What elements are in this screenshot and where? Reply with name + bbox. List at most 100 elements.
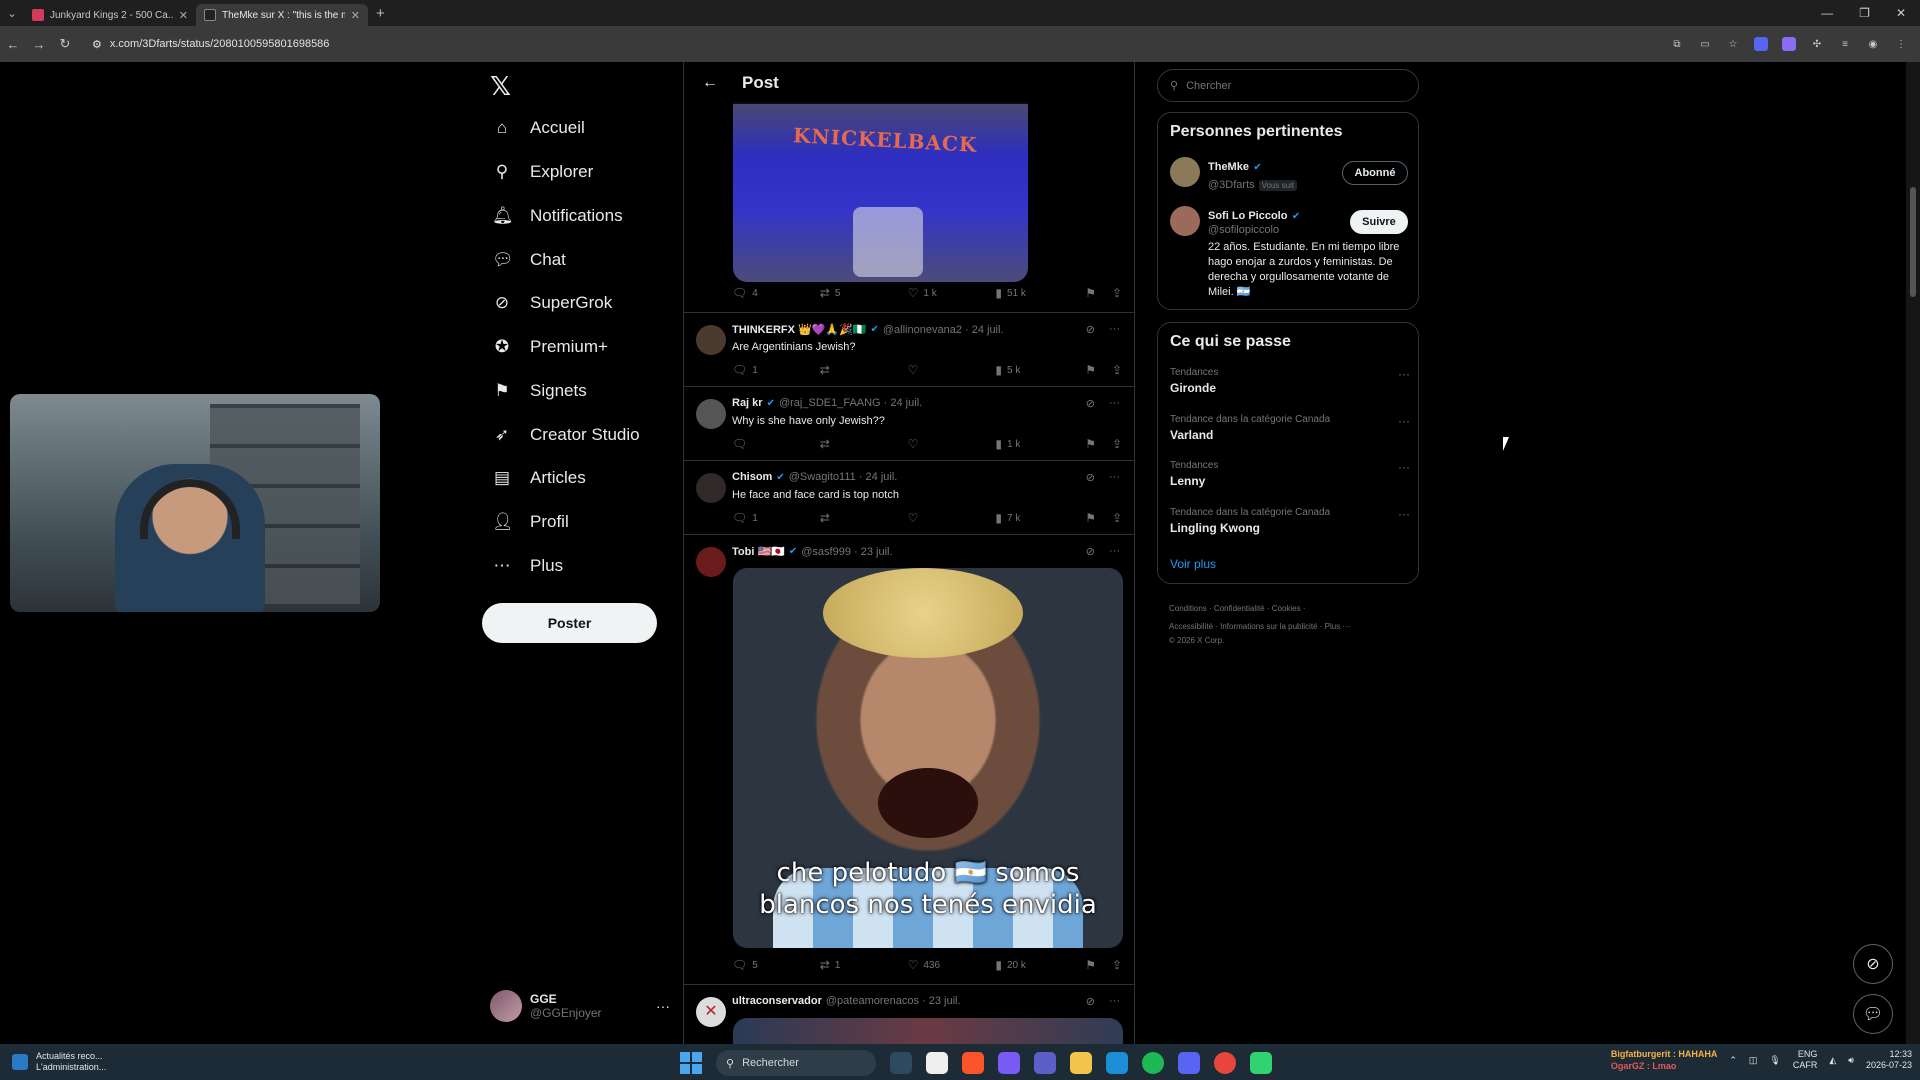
trend-more-icon[interactable]: ··· bbox=[1398, 507, 1410, 521]
chat-notification[interactable]: Bigfatburgerit : HAHAHA OgarGZ : Lmao bbox=[1611, 1048, 1718, 1072]
reply-item[interactable]: Chisom ✔ @Swagito111 · 24 juil. ⊘ ··· He… bbox=[684, 460, 1134, 534]
account-switcher[interactable]: GGE @GGEnjoyer ··· bbox=[490, 990, 670, 1022]
app-icon[interactable] bbox=[1250, 1052, 1272, 1074]
reply-item[interactable]: Raj kr ✔ @raj_SDE1_FAANG · 24 juil. ⊘ ··… bbox=[684, 386, 1134, 460]
close-tab-icon[interactable]: ✕ bbox=[351, 9, 360, 22]
clock[interactable]: 12:33 2026-07-23 bbox=[1866, 1049, 1912, 1071]
like-button[interactable]: ♡ bbox=[908, 437, 996, 451]
follow-button[interactable]: Suivre bbox=[1350, 210, 1408, 234]
author-name[interactable]: Raj kr bbox=[732, 397, 763, 409]
edge-icon[interactable] bbox=[1106, 1052, 1128, 1074]
avatar[interactable] bbox=[696, 325, 726, 355]
scrollbar-thumb[interactable] bbox=[1910, 187, 1916, 297]
reply-button[interactable]: 🗨︎ bbox=[732, 437, 820, 451]
main-timeline[interactable]: ← Post KNICKELBACK 🗨︎ 4 ⇄ 5 ♡ 1 k ▮ 51 k ⚑ ⇪… bbox=[683, 62, 1135, 1044]
see-more-link[interactable]: Voir plus bbox=[1170, 557, 1216, 571]
reply-button[interactable]: 🗨︎ 1 bbox=[732, 511, 820, 525]
x-logo-icon[interactable]: 𝕏 bbox=[490, 72, 511, 102]
views-button[interactable]: ▮ 1 k bbox=[995, 437, 1085, 451]
puzzle-icon[interactable]: ✣ bbox=[1810, 37, 1824, 51]
chrome-icon[interactable] bbox=[1214, 1052, 1236, 1074]
share-icon[interactable]: ⇪ bbox=[1112, 363, 1122, 377]
forward-icon[interactable]: → bbox=[26, 37, 52, 52]
views-button[interactable]: ▮ 7 k bbox=[995, 511, 1085, 525]
nav-item-articles[interactable]: ▤ Articles bbox=[492, 468, 586, 488]
avatar[interactable] bbox=[696, 399, 726, 429]
post-media-image[interactable] bbox=[733, 1018, 1123, 1044]
bookmark-icon[interactable]: ⚑ bbox=[1085, 363, 1096, 377]
chat-fab-icon[interactable]: 💬︎ bbox=[1853, 994, 1893, 1034]
nav-item-signets[interactable]: ⚑ Signets bbox=[492, 381, 586, 401]
author-name[interactable]: THINKERFX 👑💜🙏🎉🇳🇬 bbox=[732, 323, 866, 336]
grok-icon[interactable]: ⊘ bbox=[1086, 323, 1095, 336]
reply-item[interactable]: THINKERFX 👑💜🙏🎉🇳🇬 ✔ @allinonevana2 · 24 j… bbox=[684, 312, 1134, 386]
mic-icon[interactable]: 🎙︎ bbox=[1769, 1055, 1780, 1066]
trend-more-icon[interactable]: ··· bbox=[1398, 460, 1410, 474]
like-button[interactable]: ♡ bbox=[908, 511, 996, 525]
author-handle[interactable]: @Swagito111 · 24 juil. bbox=[789, 471, 898, 483]
copilot-icon[interactable] bbox=[998, 1052, 1020, 1074]
new-tab-button[interactable]: + bbox=[368, 5, 393, 22]
grok-fab-icon[interactable]: ⊘ bbox=[1853, 944, 1893, 984]
author-name[interactable]: Chisom bbox=[732, 471, 772, 483]
browser-tab-1[interactable]: Junkyard Kings 2 - 500 Ca... ✕ bbox=[24, 4, 196, 26]
repost-button[interactable]: ⇄ bbox=[820, 511, 908, 525]
post-button[interactable]: Poster bbox=[482, 603, 657, 643]
bookmark-icon[interactable]: ⚑ bbox=[1085, 958, 1096, 972]
avatar[interactable] bbox=[696, 473, 726, 503]
like-button[interactable]: ♡ 436 bbox=[908, 958, 996, 972]
meme-image[interactable]: che pelotudo 🇦🇷 somos blancos nos tenés … bbox=[733, 568, 1123, 948]
nav-item-creator-studio[interactable]: ➶ Creator Studio bbox=[492, 425, 640, 445]
folder-icon[interactable] bbox=[1070, 1052, 1092, 1074]
person-name[interactable]: TheMke bbox=[1208, 161, 1249, 173]
back-icon[interactable]: ← bbox=[0, 37, 26, 52]
menu-icon[interactable]: ⋮ bbox=[1894, 37, 1908, 51]
footer-line[interactable]: Accessibilité · Informations sur la publ… bbox=[1169, 618, 1419, 636]
following-button[interactable]: Abonné bbox=[1342, 161, 1408, 185]
repost-button[interactable]: ⇄ 1 bbox=[820, 958, 908, 972]
more-options-icon[interactable]: ··· bbox=[1109, 545, 1120, 558]
extension-1-icon[interactable] bbox=[1754, 37, 1768, 51]
reload-icon[interactable]: ↻ bbox=[52, 36, 78, 52]
reply-button[interactable]: 🗨︎ 1 bbox=[732, 363, 820, 377]
browser-tab-2[interactable]: TheMke sur X : "this is the mo... ✕ bbox=[196, 4, 368, 26]
brave-icon[interactable] bbox=[962, 1052, 984, 1074]
bookmark-icon[interactable]: ⚑ bbox=[1085, 437, 1096, 451]
nav-item-accueil[interactable]: ⌂ Accueil bbox=[492, 118, 585, 138]
nav-item-premium[interactable]: ✪ Premium+ bbox=[492, 337, 608, 357]
language-indicator[interactable]: ENG CAFR bbox=[1793, 1049, 1818, 1071]
grok-icon[interactable]: ⊘ bbox=[1086, 471, 1095, 484]
bookmark-icon[interactable]: ⚑ bbox=[1085, 286, 1096, 300]
repost-button[interactable]: ⇄ bbox=[820, 363, 908, 377]
person-name[interactable]: Sofi Lo Piccolo bbox=[1208, 210, 1287, 222]
chevron-up-icon[interactable]: ⌃ bbox=[1729, 1055, 1737, 1066]
avatar[interactable] bbox=[1170, 206, 1200, 236]
more-options-icon[interactable]: ··· bbox=[1109, 323, 1120, 336]
share-icon[interactable]: ⇪ bbox=[1112, 511, 1122, 525]
footer-line[interactable]: Conditions · Confidentialité · Cookies · bbox=[1169, 600, 1419, 618]
wifi-icon[interactable]: ◭ bbox=[1829, 1055, 1836, 1066]
windows-start-icon[interactable] bbox=[680, 1052, 702, 1074]
trend-item[interactable]: Tendance dans la catégorie Canada Varlan… bbox=[1170, 414, 1410, 442]
avatar[interactable] bbox=[1170, 157, 1200, 187]
more-options-icon[interactable]: ··· bbox=[1109, 995, 1120, 1008]
like-button[interactable]: ♡ 1 k bbox=[908, 286, 996, 300]
author-handle[interactable]: @raj_SDE1_FAANG · 24 juil. bbox=[779, 397, 922, 409]
volume-icon[interactable]: 🔊︎ bbox=[1848, 1055, 1854, 1066]
network-icon[interactable]: ◫ bbox=[1749, 1055, 1758, 1066]
discord-icon[interactable] bbox=[1178, 1052, 1200, 1074]
nav-item-notifications[interactable]: 🔔︎ Notifications bbox=[492, 206, 623, 226]
nav-item-chat[interactable]: 💬︎ Chat bbox=[492, 250, 566, 270]
star-icon[interactable]: ☆ bbox=[1726, 37, 1740, 51]
trend-item[interactable]: Tendances Gironde ··· bbox=[1170, 367, 1410, 395]
news-widget[interactable]: Actualités reco... L'administration... bbox=[0, 1051, 106, 1073]
views-button[interactable]: ▮ 5 k bbox=[995, 363, 1085, 377]
author-name[interactable]: ultraconservador bbox=[732, 995, 822, 1007]
bookmark-icon[interactable]: ⚑ bbox=[1085, 511, 1096, 525]
reply-button[interactable]: 🗨︎ 5 bbox=[732, 958, 820, 972]
close-tab-icon[interactable]: ✕ bbox=[179, 9, 188, 22]
like-button[interactable]: ♡ bbox=[908, 363, 996, 377]
minimize-icon[interactable]: — bbox=[1821, 6, 1833, 20]
task-view-icon[interactable] bbox=[890, 1052, 912, 1074]
media-icon[interactable]: ≡ bbox=[1838, 37, 1852, 51]
